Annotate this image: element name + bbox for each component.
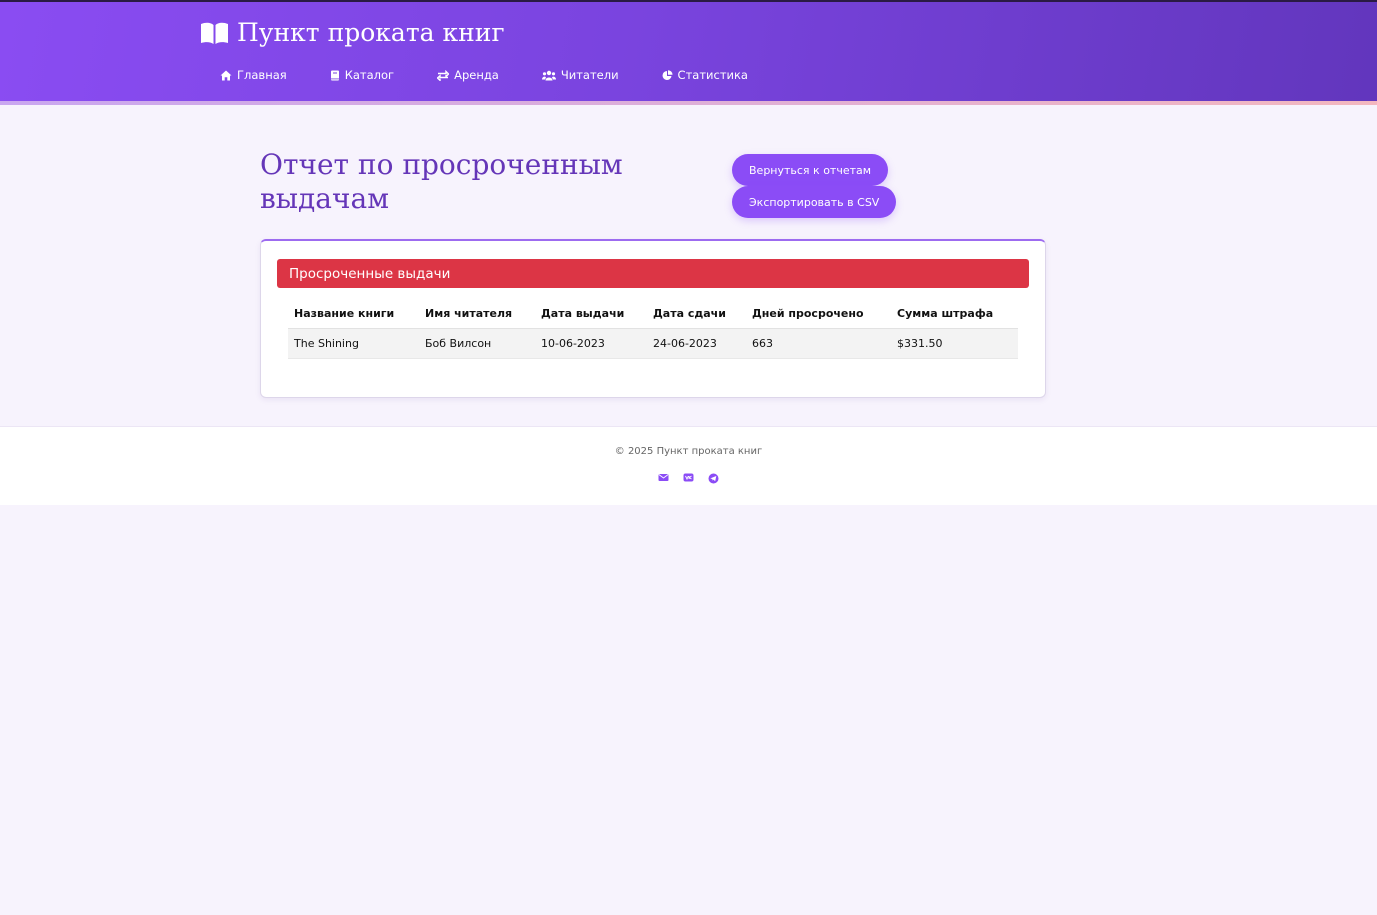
pie-chart-icon <box>662 69 673 81</box>
main-nav: Главная Каталог Аренда Читатели Статисти… <box>220 68 791 82</box>
export-csv-button[interactable]: Экспортировать в CSV <box>732 186 897 218</box>
footer: © 2025 Пункт проката книг <box>0 426 1377 505</box>
telegram-icon[interactable] <box>708 473 719 484</box>
page-title: Отчет по просроченным выдачам <box>260 148 623 215</box>
nav-item-rental[interactable]: Аренда <box>437 68 499 82</box>
book-open-icon <box>200 21 229 45</box>
header-divider <box>0 101 1377 105</box>
column-header: Имя читателя <box>419 299 535 329</box>
reader-name-cell: Боб Вилсон <box>419 328 535 359</box>
envelope-icon[interactable] <box>658 473 669 484</box>
column-header: Сумма штрафа <box>891 299 1018 329</box>
due-date-cell: 24-06-2023 <box>647 328 746 359</box>
nav-item-statistics[interactable]: Статистика <box>662 68 748 82</box>
exchange-icon <box>437 69 450 81</box>
fine-amount-cell: $331.50 <box>891 328 1018 359</box>
nav-item-label: Каталог <box>344 68 395 82</box>
nav-item-label: Статистика <box>677 68 748 82</box>
book-title-cell: The Shining <box>288 328 419 359</box>
copyright: © 2025 Пункт проката книг <box>614 446 763 457</box>
issue-date-cell: 10-06-2023 <box>535 328 647 359</box>
nav-item-label: Главная <box>237 68 287 82</box>
users-icon <box>541 70 556 81</box>
nav-item-readers[interactable]: Читатели <box>541 68 619 82</box>
nav-item-catalog[interactable]: Каталог <box>330 68 394 82</box>
table-header-row: Название книги Имя читателя Дата выдачи … <box>288 299 1018 329</box>
book-icon <box>330 70 340 81</box>
column-header: Название книги <box>288 299 419 329</box>
home-icon <box>220 70 232 81</box>
back-to-reports-button[interactable]: Вернуться к отчетам <box>732 154 889 186</box>
top-navbar: Пункт проката книг Главная Каталог Аренд… <box>0 0 1377 101</box>
nav-item-home[interactable]: Главная <box>220 68 287 82</box>
overdue-report-card: Просроченные выдачи Название книги Имя ч… <box>260 239 1046 398</box>
nav-item-label: Читатели <box>560 68 619 82</box>
card-header: Просроченные выдачи <box>277 259 1029 288</box>
column-header: Дней просрочено <box>746 299 891 329</box>
overdue-table: Название книги Имя читателя Дата выдачи … <box>288 299 1018 359</box>
nav-item-label: Аренда <box>454 68 499 82</box>
brand-title: Пункт проката книг <box>237 18 505 47</box>
days-overdue-cell: 663 <box>746 328 891 359</box>
column-header: Дата выдачи <box>535 299 647 329</box>
vk-icon[interactable] <box>683 473 694 484</box>
table-row: The Shining Боб Вилсон 10-06-2023 24-06-… <box>288 328 1018 359</box>
column-header: Дата сдачи <box>647 299 746 329</box>
brand[interactable]: Пункт проката книг <box>200 18 505 47</box>
social-links <box>0 473 1377 484</box>
